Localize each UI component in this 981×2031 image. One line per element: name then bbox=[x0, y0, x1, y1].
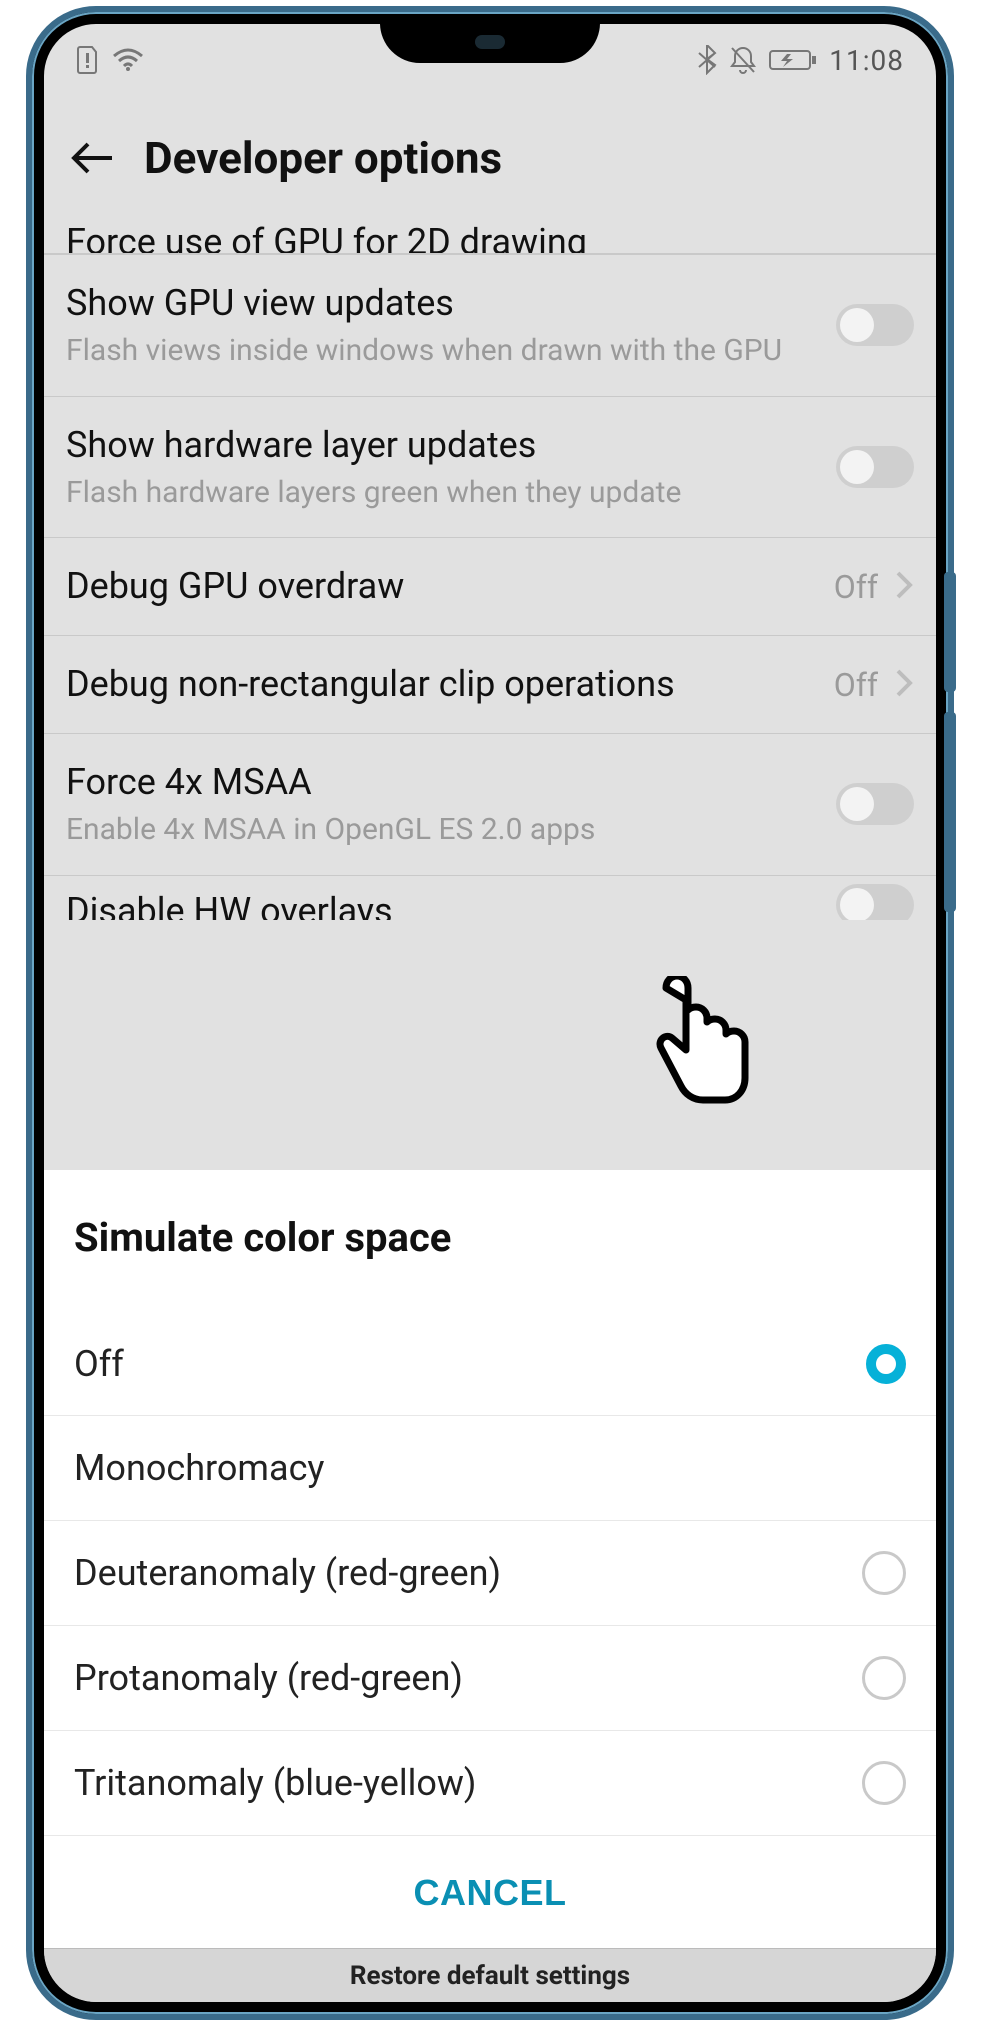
page-title: Developer options bbox=[144, 132, 502, 184]
bluetooth-icon bbox=[697, 45, 717, 75]
toggle-switch[interactable] bbox=[836, 783, 914, 825]
list-item[interactable]: Debug GPU overdraw Off bbox=[44, 537, 936, 635]
setting-value: Off bbox=[834, 568, 878, 606]
notch bbox=[380, 24, 600, 63]
setting-title: Disable HW overlays bbox=[66, 890, 820, 920]
tap-cursor-icon bbox=[644, 976, 764, 1120]
app-header: Developer options bbox=[44, 96, 936, 224]
side-button bbox=[944, 712, 956, 912]
list-item[interactable]: Force use of GPU for 2D drawing bbox=[44, 224, 936, 254]
toggle-switch[interactable] bbox=[836, 304, 914, 346]
radio-icon[interactable] bbox=[862, 1656, 906, 1700]
option-label: Off bbox=[74, 1343, 124, 1385]
settings-list: Show GPU view updates Flash views inside… bbox=[44, 254, 936, 876]
setting-title: Show GPU view updates bbox=[66, 281, 820, 326]
option-tritanomaly[interactable]: Tritanomaly (blue-yellow) bbox=[44, 1731, 936, 1836]
setting-title: Force use of GPU for 2D drawing bbox=[66, 224, 587, 254]
chevron-right-icon bbox=[894, 667, 914, 703]
list-item[interactable]: Force 4x MSAA Enable 4x MSAA in OpenGL E… bbox=[44, 733, 936, 876]
list-item[interactable]: Show hardware layer updates Flash hardwa… bbox=[44, 396, 936, 538]
setting-title: Debug GPU overdraw bbox=[66, 564, 818, 609]
list-item[interactable]: Debug non-rectangular clip operations Of… bbox=[44, 635, 936, 733]
list-item[interactable]: Show GPU view updates Flash views inside… bbox=[44, 254, 936, 396]
radio-icon[interactable] bbox=[862, 1761, 906, 1805]
option-label: Monochromacy bbox=[74, 1447, 324, 1489]
setting-title: Show hardware layer updates bbox=[66, 423, 820, 468]
setting-title: Force 4x MSAA bbox=[66, 760, 820, 805]
battery-icon bbox=[769, 48, 817, 72]
toggle-switch[interactable] bbox=[836, 884, 914, 920]
setting-subtitle: Enable 4x MSAA in OpenGL ES 2.0 apps bbox=[66, 811, 820, 849]
back-icon[interactable] bbox=[70, 139, 116, 177]
phone-frame: 11:08 Developer options Force use of GPU… bbox=[26, 6, 954, 2020]
setting-title: Debug non-rectangular clip operations bbox=[66, 662, 818, 707]
option-deuteranomaly[interactable]: Deuteranomaly (red-green) bbox=[44, 1521, 936, 1626]
sim-alert-icon bbox=[76, 45, 100, 75]
dnd-icon bbox=[729, 45, 757, 75]
clock-text: 11:08 bbox=[829, 44, 904, 77]
toggle-switch[interactable] bbox=[836, 446, 914, 488]
side-button bbox=[944, 572, 956, 692]
option-monochromacy[interactable]: Monochromacy bbox=[44, 1416, 936, 1521]
radio-icon[interactable] bbox=[862, 1551, 906, 1595]
option-protanomaly[interactable]: Protanomaly (red-green) bbox=[44, 1626, 936, 1731]
bottom-sheet: Simulate color space Off Monochromacy De… bbox=[44, 1170, 936, 1948]
sheet-title: Simulate color space bbox=[44, 1170, 936, 1313]
cancel-button[interactable]: CANCEL bbox=[414, 1872, 567, 1914]
option-label: Protanomaly (red-green) bbox=[74, 1657, 463, 1699]
screen: 11:08 Developer options Force use of GPU… bbox=[44, 24, 936, 2002]
setting-subtitle: Flash hardware layers green when they up… bbox=[66, 474, 820, 512]
option-label: Deuteranomaly (red-green) bbox=[74, 1552, 501, 1594]
restore-label: Restore default settings bbox=[350, 1961, 630, 1991]
list-item[interactable]: Disable HW overlays bbox=[44, 876, 936, 920]
setting-subtitle: Flash views inside windows when drawn wi… bbox=[66, 332, 820, 370]
wifi-icon bbox=[112, 48, 144, 72]
option-off[interactable]: Off bbox=[44, 1313, 936, 1416]
radio-selected-icon[interactable] bbox=[866, 1344, 906, 1384]
setting-value: Off bbox=[834, 666, 878, 704]
restore-defaults-button[interactable]: Restore default settings bbox=[44, 1948, 936, 2002]
chevron-right-icon bbox=[894, 569, 914, 605]
option-label: Tritanomaly (blue-yellow) bbox=[74, 1762, 476, 1804]
